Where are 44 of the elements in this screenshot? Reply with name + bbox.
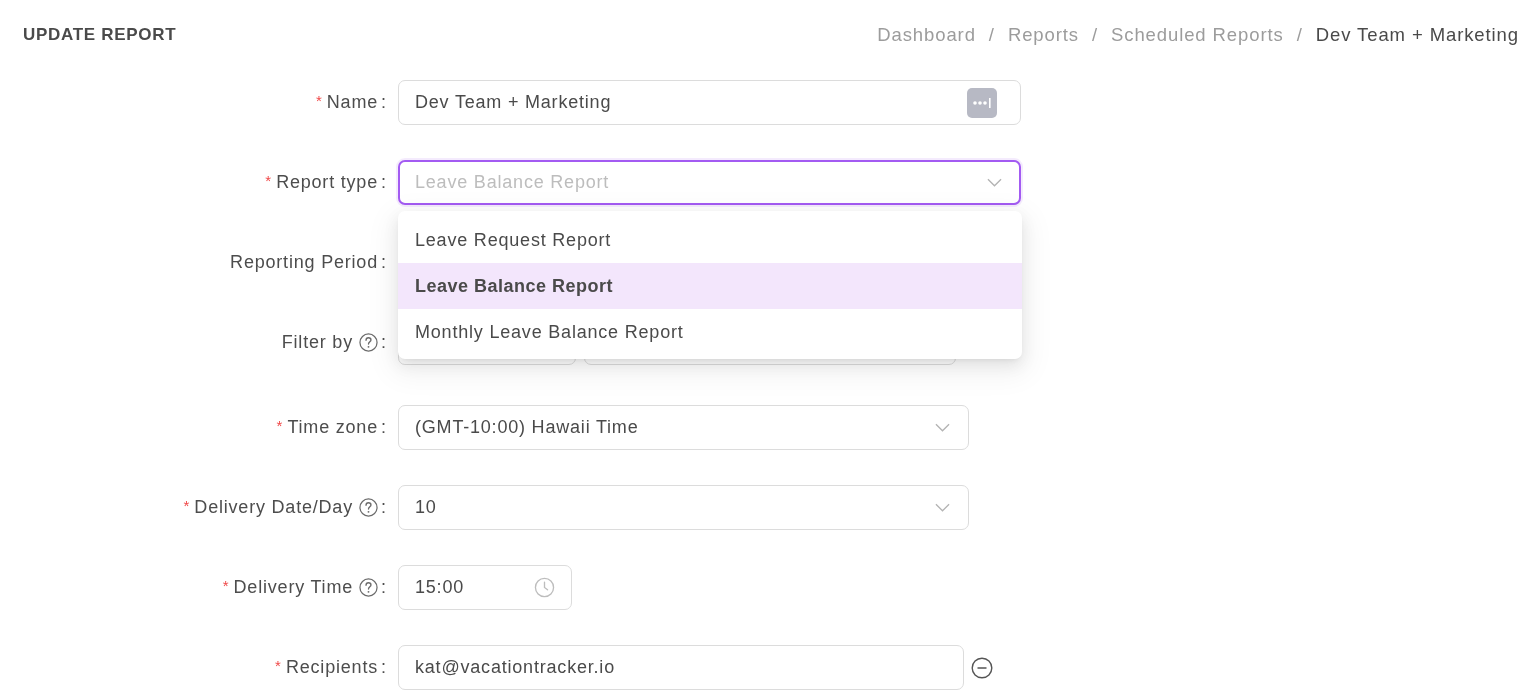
clock-icon bbox=[534, 577, 555, 598]
breadcrumb-current: Dev Team + Marketing bbox=[1315, 24, 1519, 46]
select-field[interactable]: (GMT-10:00) Hawaii Time bbox=[398, 405, 969, 450]
help-icon[interactable] bbox=[359, 498, 378, 517]
field-label: Reporting Period bbox=[230, 252, 378, 273]
field-label: Report type bbox=[276, 172, 378, 193]
label-colon: : bbox=[381, 417, 386, 438]
required-mark: * bbox=[265, 172, 272, 189]
chevron-down-icon bbox=[935, 423, 950, 432]
field-label: Delivery Time bbox=[233, 577, 353, 598]
name-field[interactable]: Dev Team + Marketing bbox=[398, 80, 1021, 125]
field-label: Filter by bbox=[281, 332, 353, 353]
label-colon: : bbox=[381, 92, 386, 113]
page-title: UPDATE REPORT bbox=[23, 25, 177, 45]
dropdown-option[interactable]: Leave Request Report bbox=[398, 217, 1022, 263]
label-colon: : bbox=[381, 172, 386, 193]
label-colon: : bbox=[381, 657, 386, 678]
ellipsis-tile-icon[interactable] bbox=[967, 87, 997, 118]
required-mark: * bbox=[315, 92, 322, 109]
help-icon[interactable] bbox=[359, 578, 378, 597]
breadcrumb-separator: / bbox=[1092, 24, 1099, 46]
required-mark: * bbox=[276, 417, 283, 434]
field-label: Time zone bbox=[287, 417, 378, 438]
label-colon: : bbox=[381, 252, 386, 273]
help-icon[interactable] bbox=[359, 333, 378, 352]
select-field[interactable]: 10 bbox=[398, 485, 969, 530]
required-mark: * bbox=[275, 657, 281, 674]
email-field[interactable]: kat@vacationtracker.io bbox=[398, 645, 964, 690]
label-colon: : bbox=[381, 332, 386, 353]
required-mark: * bbox=[183, 497, 190, 514]
breadcrumb-separator: / bbox=[1296, 24, 1303, 46]
field-label: Recipients bbox=[285, 657, 378, 678]
breadcrumb-separator: / bbox=[988, 24, 995, 46]
minus-circle-icon[interactable] bbox=[971, 656, 993, 679]
label-colon: : bbox=[381, 577, 386, 598]
field-label: Delivery Date/Day bbox=[194, 497, 353, 518]
time-picker[interactable]: 15:00 bbox=[398, 565, 572, 610]
chevron-down-icon bbox=[987, 178, 1002, 187]
chevron-down-icon bbox=[935, 503, 950, 512]
required-mark: * bbox=[222, 577, 229, 594]
dropdown-option[interactable]: Leave Balance Report bbox=[398, 263, 1022, 309]
field-label: Name bbox=[326, 92, 378, 113]
dropdown-option[interactable]: Monthly Leave Balance Report bbox=[398, 309, 1022, 355]
label-colon: : bbox=[381, 497, 386, 518]
